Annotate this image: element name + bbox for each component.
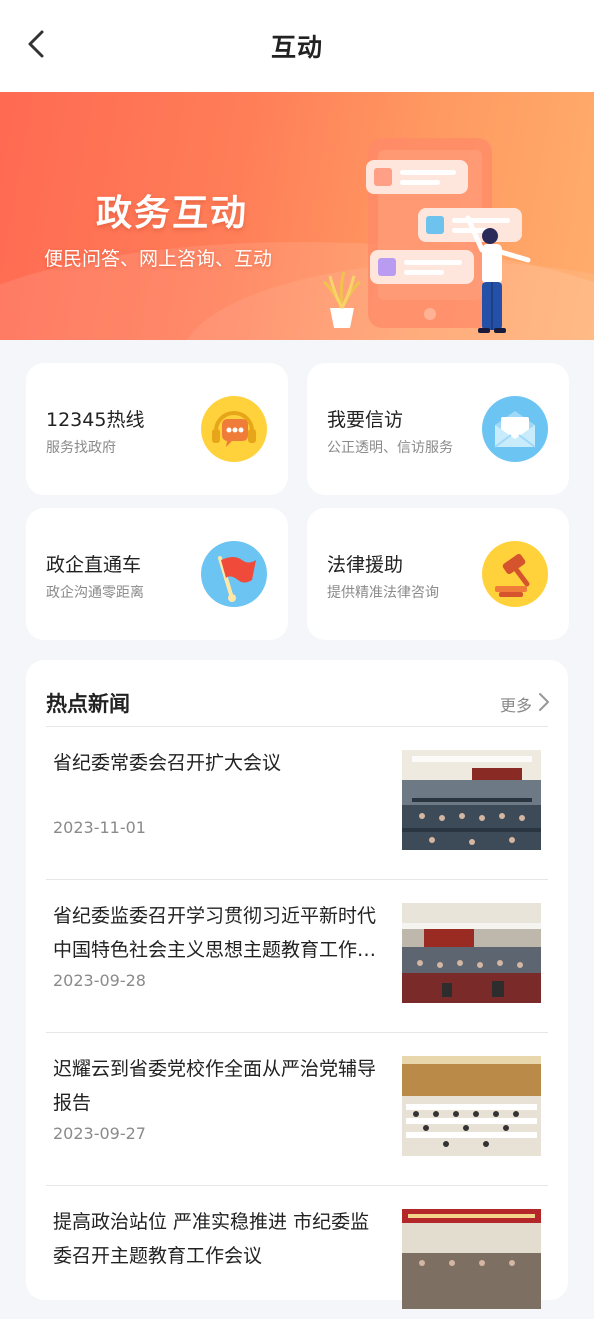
headset-chat-icon: [201, 396, 267, 462]
service-card-enterprise[interactable]: 政企直通车 政企沟通零距离: [26, 508, 288, 640]
divider: [46, 879, 548, 880]
service-card-hotline[interactable]: 12345热线 服务找政府: [26, 363, 288, 495]
section-title: 热点新闻: [46, 692, 130, 716]
news-title: 提高政治站位 严准实稳推进 市纪委监委召开主题教育工作会议: [53, 1211, 370, 1267]
news-item[interactable]: 省纪委监委召开学习贯彻习近平新时代中国特色社会主义思想主题教育工作会议 2023…: [46, 881, 548, 1013]
service-subtitle: 提供精准法律咨询: [327, 585, 439, 601]
more-link[interactable]: 更多: [500, 692, 550, 716]
news-date: 2023-09-27: [53, 1124, 146, 1143]
news-item[interactable]: 迟耀云到省委党校作全面从严治党辅导报告 2023-09-27: [46, 1034, 548, 1166]
banner-subtitle: 便民问答、网上咨询、互动: [44, 248, 273, 270]
divider: [46, 726, 548, 727]
service-card-legal-aid[interactable]: 法律援助 提供精准法律咨询: [307, 508, 569, 640]
service-card-petition[interactable]: 我要信访 公正透明、信访服务: [307, 363, 569, 495]
gavel-icon: [482, 541, 548, 607]
top-bar: 互动: [0, 0, 594, 92]
page-title: 互动: [270, 33, 323, 62]
news-title: 迟耀云到省委党校作全面从严治党辅导报告: [53, 1058, 377, 1114]
news-title: 省纪委常委会召开扩大会议: [53, 752, 282, 774]
service-title: 政企直通车: [46, 554, 142, 576]
phone-chat-illustration: [323, 138, 531, 333]
chevron-right-icon: [532, 692, 550, 716]
service-title: 法律援助: [327, 554, 404, 576]
service-subtitle: 服务找政府: [46, 440, 116, 456]
news-thumbnail: [402, 1209, 541, 1309]
envelope-icon: [482, 396, 548, 462]
service-subtitle: 公正透明、信访服务: [327, 440, 453, 456]
flag-icon: [201, 541, 267, 607]
news-thumbnail: [402, 750, 541, 850]
news-item[interactable]: 提高政治站位 严准实稳推进 市纪委监委召开主题教育工作会议: [46, 1187, 548, 1319]
hero-banner[interactable]: 政务互动 便民问答、网上咨询、互动: [0, 92, 594, 340]
news-thumbnail: [402, 903, 541, 1003]
banner-title: 政务互动: [96, 193, 249, 234]
service-title: 我要信访: [327, 409, 404, 431]
news-item[interactable]: 省纪委常委会召开扩大会议 2023-11-01: [46, 728, 548, 860]
news-title: 省纪委监委召开学习贯彻习近平新时代中国特色社会主义思想主题教育工作会议: [53, 905, 377, 961]
news-date: 2023-11-01: [53, 818, 146, 837]
hot-news-panel: 热点新闻 更多 省纪委常委会召开扩大会议 2023-11-01 省纪委监委召开学…: [26, 660, 568, 1309]
divider: [46, 1032, 548, 1033]
divider: [46, 1185, 548, 1186]
service-title: 12345热线: [46, 409, 145, 431]
service-subtitle: 政企沟通零距离: [46, 585, 144, 601]
news-thumbnail: [402, 1056, 541, 1156]
news-date: 2023-09-28: [53, 971, 146, 990]
more-label: 更多: [499, 696, 532, 715]
